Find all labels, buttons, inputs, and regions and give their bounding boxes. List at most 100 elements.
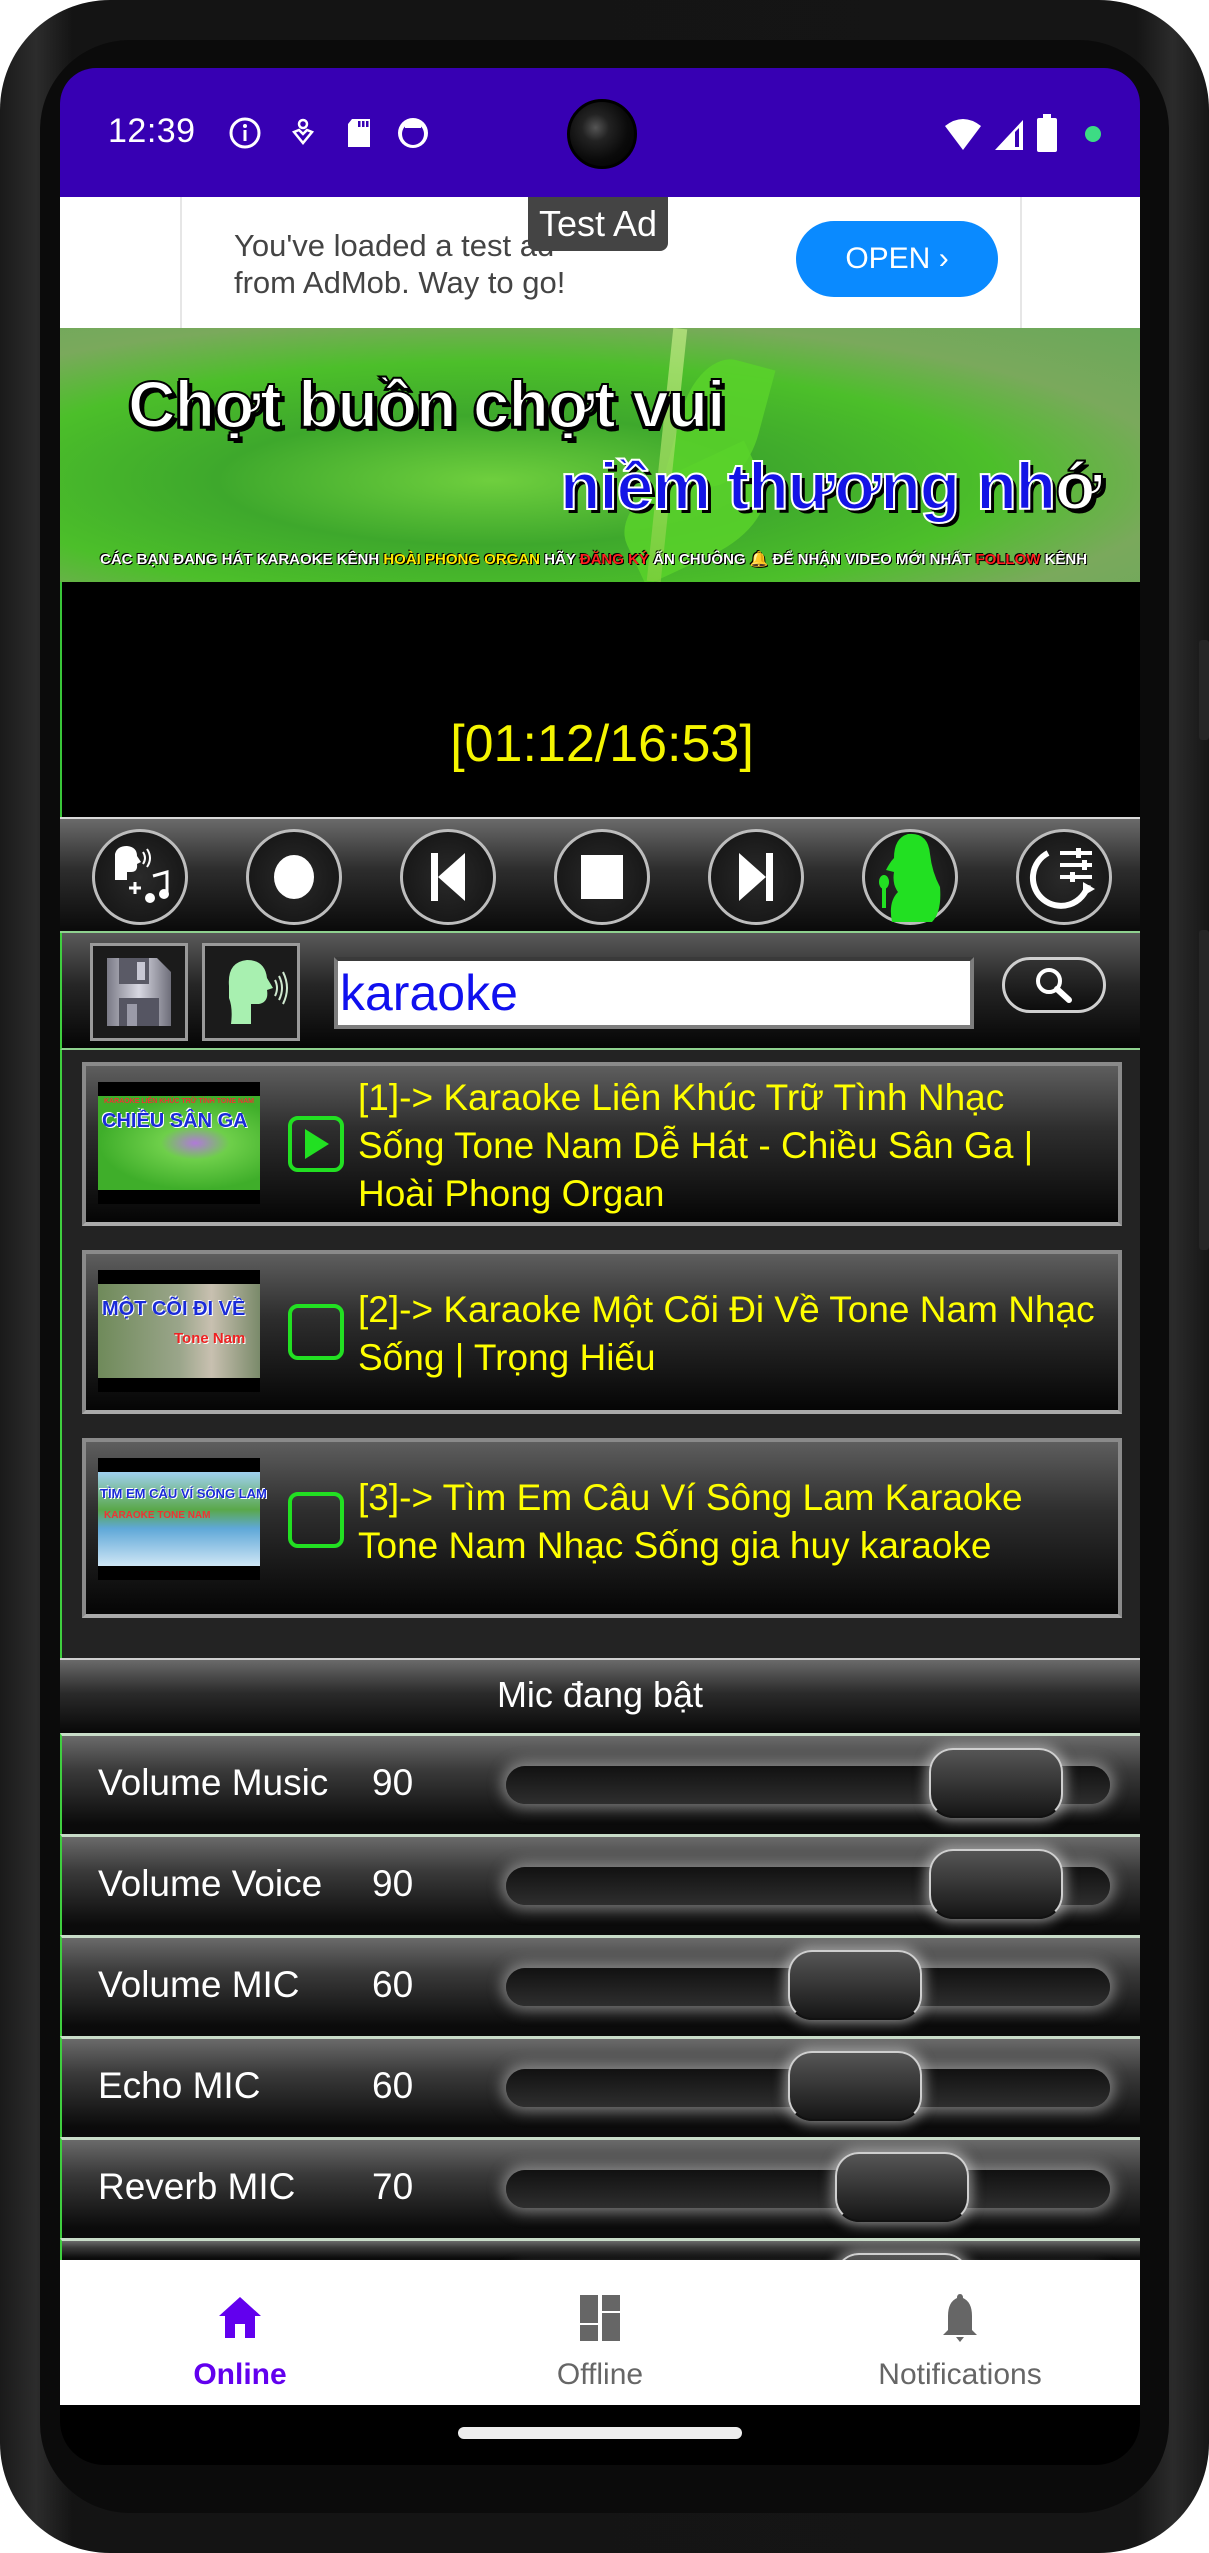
song-title: [2]-> Karaoke Một Cõi Đi Về Tone Nam Nhạ… [358, 1289, 1095, 1378]
equalizer-reset-button[interactable] [1016, 829, 1112, 925]
playback-controls [60, 817, 1140, 933]
nav-label: Notifications [878, 2358, 1042, 2391]
slider-value: 60 [372, 2065, 414, 2106]
slider-value: 60 [372, 1964, 414, 2005]
battery-icon [1037, 114, 1057, 152]
nav-label: Online [193, 2358, 287, 2391]
voice-plus-music-icon [115, 846, 169, 903]
stop-icon [581, 855, 623, 899]
song-thumbnail: TÌM EM CÂU VÍ SÔNG LAM KARAOKE TONE NAM [98, 1458, 267, 1580]
nav-tab-notifications[interactable]: Notifications [780, 2260, 1140, 2405]
slider-thumb[interactable] [835, 2152, 969, 2222]
phone-frame: 12:39 You've loaded a test ad from AdMob… [0, 0, 1209, 2553]
bell-icon: 🔔 [749, 551, 769, 568]
nav-label: Offline [556, 2358, 644, 2391]
stop-button[interactable] [554, 829, 650, 925]
song-thumbnail: KARAOKE LIÊN KHÚC TRỮ TÌNH TONE NAM CHIỀ… [98, 1082, 260, 1204]
song-list-item[interactable]: KARAOKE LIÊN KHÚC TRỮ TÌNH TONE NAM CHIỀ… [82, 1062, 1122, 1226]
ad-open-label: OPEN [845, 242, 931, 275]
song-list-item[interactable]: MỘT CÕI ĐI VỀ Tone Nam [2]-> Karaoke Một… [82, 1250, 1122, 1414]
slider-thumb[interactable] [788, 1950, 922, 2020]
song-title: [3]-> Tìm Em Câu Ví Sông Lam Karaoke Ton… [358, 1477, 1023, 1566]
next-button[interactable] [708, 829, 804, 925]
promo-text: CÁC BẠN ĐANG HÁT KARAOKE KÊNH [100, 551, 384, 568]
skip-next-icon [739, 853, 773, 901]
gesture-navigation-bar[interactable] [458, 2427, 742, 2439]
record-button[interactable] [246, 829, 342, 925]
song-select-checkbox[interactable] [288, 1304, 344, 1360]
voice-search-button[interactable] [202, 943, 300, 1041]
save-button[interactable] [90, 943, 188, 1041]
slider-label: Echo MIC [98, 2065, 261, 2106]
play-icon [305, 1129, 329, 1159]
status-time: 12:39 [108, 112, 196, 150]
slider-row-bass-mic: Bass MIC 70 [60, 2238, 1140, 2323]
thumbnail-subtitle: KARAOKE TONE NAM [104, 1510, 211, 1521]
search-toolbar [60, 933, 1140, 1050]
thumbnail-subtitle: Tone Nam [174, 1330, 246, 1347]
magnifier-icon [1036, 968, 1072, 1003]
lyrics-line-2-unsung: ớ [1054, 448, 1103, 524]
playback-timer: [01:12/16:53] [450, 715, 754, 773]
ad-banner[interactable]: You've loaded a test ad from AdMob. Way … [60, 197, 1140, 328]
voice-music-mix-button[interactable] [92, 829, 188, 925]
promo-text: ĐỂ NHẬN VIDEO MỚI NHẤT [768, 551, 976, 568]
slider-label: Volume Music [98, 1762, 329, 1803]
slider-value: 70 [372, 2166, 414, 2207]
previous-button[interactable] [400, 829, 496, 925]
promo-channel: HOÀI PHONG ORGAN [383, 551, 541, 568]
singer-mode-button[interactable] [862, 829, 958, 925]
home-icon [219, 2297, 261, 2338]
mic-status-bar: Mic đang bật [60, 1658, 1140, 1733]
search-input[interactable] [334, 957, 974, 1029]
equalizer-refresh-icon [1029, 848, 1095, 909]
slider-thumb[interactable] [929, 1849, 1063, 1919]
slider-track[interactable] [506, 2170, 1110, 2208]
ad-open-button[interactable]: OPEN › [796, 221, 998, 297]
power-button [1199, 640, 1209, 740]
slider-row-reverb-mic: Reverb MIC 70 [60, 2137, 1140, 2238]
skip-previous-icon [431, 853, 465, 901]
info-icon [229, 117, 261, 149]
video-area[interactable]: [01:12/16:53] [60, 582, 1140, 817]
thumbnail-title: CHIỀU SÂN GA [102, 1110, 248, 1132]
lyrics-line-2-sung: niềm thương nh [559, 448, 1057, 524]
lyrics-line-2: niềm thương nhớ [559, 448, 1103, 524]
song-select-checkbox[interactable] [288, 1492, 344, 1548]
slider-row-volume-mic: Volume MIC 60 [60, 1935, 1140, 2036]
song-list[interactable]: KARAOKE LIÊN KHÚC TRỮ TÌNH TONE NAM CHIỀ… [60, 1050, 1140, 1658]
search-button[interactable] [1002, 957, 1106, 1013]
song-select-checkbox[interactable] [288, 1116, 344, 1172]
promo-follow: FOLLOW [975, 551, 1041, 568]
nav-tab-offline[interactable]: Offline [420, 2260, 780, 2405]
bell-icon [943, 2294, 977, 2342]
singer-icon [879, 833, 941, 922]
song-list-item[interactable]: TÌM EM CÂU VÍ SÔNG LAM KARAOKE TONE NAM … [82, 1438, 1122, 1618]
status-bar: 12:39 [60, 68, 1140, 197]
app-notification-icon [398, 118, 428, 148]
thumbnail-subtitle: KARAOKE LIÊN KHÚC TRỮ TÌNH TONE NAM [104, 1098, 254, 1105]
thumbnail-title: TÌM EM CÂU VÍ SÔNG LAM [100, 1486, 267, 1501]
promo-text: KÊNH [1040, 551, 1088, 568]
slider-thumb[interactable] [929, 1748, 1063, 1818]
thumbnail-title: MỘT CÕI ĐI VỀ [102, 1298, 246, 1320]
song-title: [1]-> Karaoke Liên Khúc Trữ Tình Nhạc Số… [358, 1077, 1034, 1214]
chevron-right-icon: › [938, 242, 949, 275]
slider-thumb[interactable] [788, 2051, 922, 2121]
slider-row-echo-mic: Echo MIC 60 [60, 2036, 1140, 2137]
slider-label: Reverb MIC [98, 2166, 296, 2207]
screen: 12:39 You've loaded a test ad from AdMob… [60, 68, 1140, 2465]
front-camera [567, 99, 637, 169]
channel-promo-strip: CÁC BẠN ĐANG HÁT KARAOKE KÊNH HOÀI PHONG… [100, 550, 1087, 568]
dashboard-icon [580, 2295, 620, 2341]
promo-text: ẤN CHUÔNG [648, 551, 750, 568]
promo-text: HÃY [540, 551, 580, 568]
slider-label: Volume MIC [98, 1964, 300, 2005]
sd-card-icon [348, 119, 370, 147]
nav-tab-online[interactable]: Online [60, 2260, 420, 2405]
accessibility-icon [291, 118, 315, 145]
wifi-icon [945, 119, 981, 150]
record-icon [274, 855, 314, 899]
slider-row-volume-voice: Volume Voice 90 [60, 1834, 1140, 1935]
bottom-navigation: Online Offline Notifications [60, 2260, 1140, 2405]
